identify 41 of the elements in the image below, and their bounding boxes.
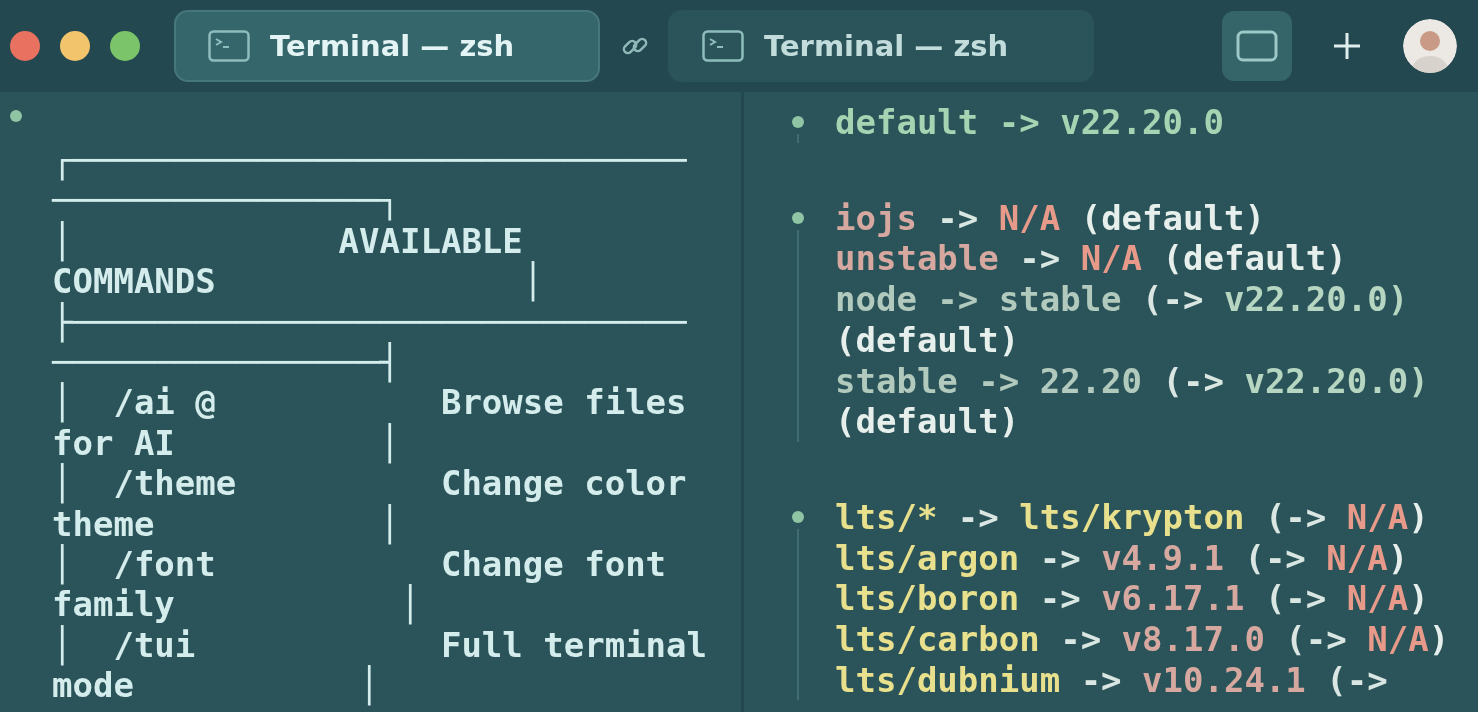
terminal-line: │ AVAILABLE xyxy=(52,220,524,262)
terminal-line: lts/argon -> v4.9.1 (-> N/A) xyxy=(835,537,1410,579)
terminal-line: │ /tui Full terminal xyxy=(52,624,709,666)
terminal-line: family │ xyxy=(52,584,422,625)
terminal-line: (default) xyxy=(835,401,1021,442)
terminal-icon xyxy=(208,30,250,62)
terminal-line: for AI │ xyxy=(52,422,401,464)
terminal-line: mode │ xyxy=(52,665,381,706)
terminal-line: node -> stable (-> v22.20.0) xyxy=(835,279,1410,320)
avatar-icon[interactable] xyxy=(1402,18,1458,74)
terminal-icon xyxy=(702,30,744,62)
layout-button[interactable] xyxy=(1222,11,1292,81)
terminal-line: ├────────────────────────────── xyxy=(52,301,688,343)
window-control-button[interactable] xyxy=(10,31,40,61)
terminal-line: │ /ai @ Browse files xyxy=(52,382,688,423)
terminal-line: stable -> 22.20 (-> v22.20.0) xyxy=(835,360,1430,402)
block-marker-icon xyxy=(792,211,804,224)
terminal-line: lts/carbon -> v8.17.0 (-> N/A) xyxy=(835,619,1451,660)
terminal-line: lts/dubnium -> v10.24.1 (-> xyxy=(835,659,1389,701)
terminal-line: default -> v22.20.0 xyxy=(835,102,1225,143)
terminal-line: theme │ xyxy=(52,503,401,545)
window-control-button[interactable] xyxy=(110,31,140,61)
add-tab-icon[interactable] xyxy=(1332,31,1362,61)
block-marker-icon xyxy=(10,110,22,122)
terminal-line: ────────────────┐ xyxy=(52,180,400,221)
terminal-line: COMMANDS │ xyxy=(52,261,545,302)
terminal-line: ┌────────────────────────────── xyxy=(52,140,688,181)
terminal-line: │ /theme Change color xyxy=(52,463,688,504)
window-control-button[interactable] xyxy=(60,31,90,61)
terminal-line: lts/boron -> v6.17.1 (-> N/A) xyxy=(835,578,1430,620)
terminal-line: unstable -> N/A (default) xyxy=(835,238,1348,280)
terminal-line: iojs -> N/A (default) xyxy=(835,197,1266,239)
terminal-line: (default) xyxy=(835,319,1021,361)
tab[interactable]: Terminal — zsh xyxy=(668,10,1094,82)
block-marker-icon xyxy=(792,116,804,128)
block-marker-icon xyxy=(792,510,804,523)
terminal-line: ────────────────┤ xyxy=(52,342,400,383)
tab[interactable]: Terminal — zsh xyxy=(174,10,600,82)
terminal-line: │ /font Change font xyxy=(52,544,668,585)
window-icon xyxy=(1236,30,1278,62)
terminal-line: lts/* -> lts/krypton (-> N/A) xyxy=(835,496,1430,538)
